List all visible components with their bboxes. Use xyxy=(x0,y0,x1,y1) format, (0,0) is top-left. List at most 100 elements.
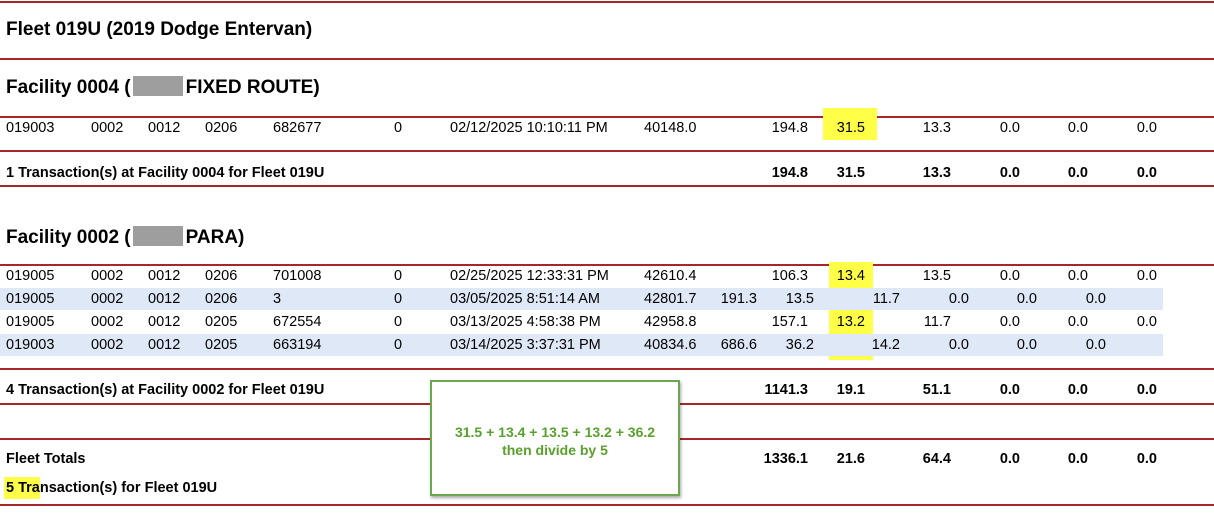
report-rule xyxy=(0,150,1214,152)
summary-value: 0.0 xyxy=(999,165,1020,181)
odometer-cell: 40148.0 xyxy=(644,120,697,136)
fleet-id-cell: 019003 xyxy=(6,120,55,136)
facility-heading-suffix: FIXED ROUTE) xyxy=(185,77,320,98)
value-cell: 0.0 xyxy=(1067,268,1088,284)
callout-line-1: 31.5 + 13.4 + 13.5 + 13.2 + 36.2 xyxy=(454,424,656,440)
fleet-title: Fleet 019U (2019 Dodge Entervan) xyxy=(6,19,313,40)
fleet-id-cell: 019003 xyxy=(6,337,55,353)
code-cell: 0012 xyxy=(148,291,181,307)
summary-value: 0.0 xyxy=(1067,382,1088,398)
fleet-total-value: 0.0 xyxy=(1136,451,1157,467)
fleet-total-value: 0.0 xyxy=(1067,451,1088,467)
account-cell: 0002 xyxy=(91,337,124,353)
transaction-row: 019003 0002 0012 0206 682677 0 02/12/2025 10:1… xyxy=(0,117,1214,139)
quantity-cell: 14.2 xyxy=(871,337,900,353)
facility-heading-prefix: Facility 0002 ( xyxy=(6,227,131,248)
facility-heading-suffix: PARA) xyxy=(185,227,245,248)
code-cell: 0012 xyxy=(148,337,181,353)
value-cell: 0.0 xyxy=(1136,268,1157,284)
odometer-cell: 42610.4 xyxy=(644,268,697,284)
quantity-cell: 13.5 xyxy=(922,268,951,284)
summary-label: 4 Transaction(s) at Facility 0002 for Fl… xyxy=(6,382,325,398)
quantity-cell: 11.7 xyxy=(872,291,900,307)
fleet-transaction-count: 5 Transaction(s) for Fleet 019U xyxy=(6,480,218,496)
fleet-total-value: 1336.1 xyxy=(763,451,808,467)
account-cell: 0002 xyxy=(91,314,124,330)
facility-heading-prefix: Facility 0004 ( xyxy=(6,77,131,98)
miles-cell: 106.3 xyxy=(771,268,808,284)
value-cell: 0.0 xyxy=(1067,314,1088,330)
transaction-row: 019005 0002 0012 0206 3 0 03/05/2025 8:51:14 A… xyxy=(0,288,1163,310)
summary-value: 194.8 xyxy=(771,165,808,181)
value-cell: 0.0 xyxy=(1136,120,1157,136)
facility-0002-heading: Facility 0002 ( PARA) xyxy=(6,226,244,249)
code-cell: 0012 xyxy=(148,268,181,284)
value-cell: 0.0 xyxy=(1136,314,1157,330)
redacted-name-block xyxy=(132,226,183,246)
mpg-cell: 13.5 xyxy=(785,291,814,307)
summary-value: 51.1 xyxy=(922,382,951,398)
ticket-cell: 701008 xyxy=(273,268,322,284)
summary-value: 0.0 xyxy=(1136,382,1157,398)
value-cell: 0.0 xyxy=(948,337,969,353)
fleet-total-value: 64.4 xyxy=(922,451,951,467)
value-cell: 0.0 xyxy=(1016,337,1037,353)
ticket-cell: 663194 xyxy=(273,337,322,353)
quantity-cell: 13.3 xyxy=(922,120,951,136)
timestamp-cell: 02/25/2025 12:33:31 PM xyxy=(450,268,609,284)
code-cell: 0012 xyxy=(148,120,181,136)
summary-label: 1 Transaction(s) at Facility 0004 for Fl… xyxy=(6,165,325,181)
account-cell: 0002 xyxy=(91,120,124,136)
mpg-cell: 13.2 xyxy=(836,314,865,330)
value-cell: 0.0 xyxy=(999,314,1020,330)
flag-cell: 0 xyxy=(394,314,403,330)
ticket-cell: 672554 xyxy=(273,314,322,330)
mpg-cell: 36.2 xyxy=(785,337,814,353)
value-cell: 0.0 xyxy=(1085,337,1106,353)
report-rule xyxy=(0,1,1214,3)
summary-value: 19.1 xyxy=(836,382,865,398)
value-cell: 0.0 xyxy=(1085,291,1106,307)
flag-cell: 0 xyxy=(394,268,403,284)
ticket-cell: 682677 xyxy=(273,120,322,136)
summary-row-facility-0004: 1 Transaction(s) at Facility 0004 for Fl… xyxy=(0,162,1214,184)
report-rule xyxy=(0,185,1214,187)
facility-0004-heading: Facility 0004 ( FIXED ROUTE) xyxy=(6,76,320,99)
fleet-id-cell: 019005 xyxy=(6,314,55,330)
product-cell: 0206 xyxy=(205,268,238,284)
transaction-row: 019003 0002 0012 0205 663194 0 03/14/2025 3:37… xyxy=(0,334,1163,356)
mpg-cell: 31.5 xyxy=(836,120,865,136)
ticket-cell: 3 xyxy=(273,291,282,307)
odometer-cell: 40834.6 xyxy=(644,337,697,353)
value-cell: 0.0 xyxy=(948,291,969,307)
value-cell: 0.0 xyxy=(999,120,1020,136)
report-rule xyxy=(0,504,1214,506)
product-cell: 0205 xyxy=(205,314,238,330)
quantity-cell: 11.7 xyxy=(923,314,951,330)
account-cell: 0002 xyxy=(91,291,124,307)
product-cell: 0205 xyxy=(205,337,238,353)
timestamp-cell: 03/14/2025 3:37:31 PM xyxy=(450,337,601,353)
miles-cell: 191.3 xyxy=(720,291,757,307)
flag-cell: 0 xyxy=(394,120,403,136)
summary-value: 13.3 xyxy=(922,165,951,181)
value-cell: 0.0 xyxy=(999,268,1020,284)
summary-value: 31.5 xyxy=(836,165,865,181)
summary-value: 1141.3 xyxy=(764,382,808,398)
product-cell: 0206 xyxy=(205,120,238,136)
fleet-id-cell: 019005 xyxy=(6,291,55,307)
flag-cell: 0 xyxy=(394,337,403,353)
timestamp-cell: 02/12/2025 10:10:11 PM xyxy=(450,120,608,136)
fleet-total-value: 21.6 xyxy=(836,451,865,467)
account-cell: 0002 xyxy=(91,268,124,284)
odometer-cell: 42801.7 xyxy=(644,291,697,307)
timestamp-cell: 03/13/2025 4:58:38 PM xyxy=(450,314,601,330)
odometer-cell: 42958.8 xyxy=(644,314,697,330)
summary-value: 0.0 xyxy=(1067,165,1088,181)
fleet-totals-label: Fleet Totals xyxy=(6,451,86,467)
miles-cell: 194.8 xyxy=(771,120,808,136)
report-rule xyxy=(0,368,1214,370)
mpg-cell: 13.4 xyxy=(836,268,865,284)
summary-value: 0.0 xyxy=(999,382,1020,398)
report-rule xyxy=(0,58,1214,60)
